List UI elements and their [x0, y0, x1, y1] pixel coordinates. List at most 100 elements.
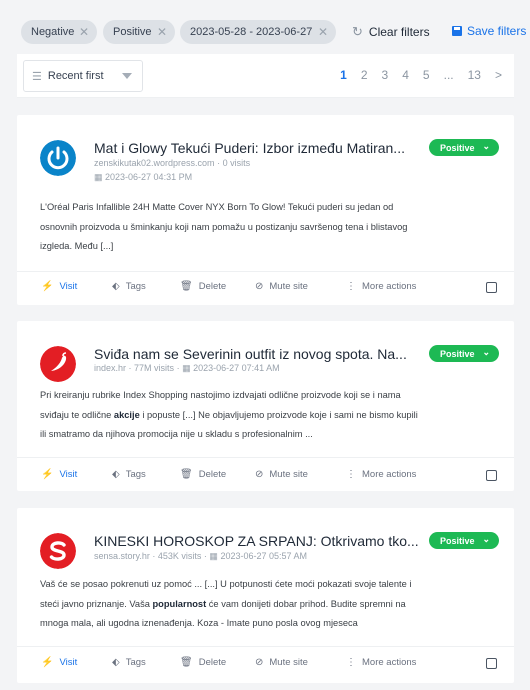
filter-chip-positive[interactable]: Positive ✕	[103, 20, 175, 44]
tags-button[interactable]: ⬖ Tags	[112, 657, 146, 668]
select-checkbox[interactable]	[486, 658, 497, 669]
mention-title[interactable]: KINESKI HOROSKOP ZA SRPANJ: Otkrivamo tk…	[94, 533, 419, 549]
snippet-line: L'Oréal Paris Infallible 24H Matte Cover…	[40, 202, 394, 212]
calendar-icon: ▦	[182, 363, 194, 373]
visit-button[interactable]: ⚡ Visit	[41, 469, 77, 480]
mention-source-line: sensa.story.hr · 453K visits · ▦ 2023-06…	[94, 551, 307, 562]
source-domain[interactable]: index.hr	[94, 363, 126, 373]
mute-label: Mute site	[269, 657, 308, 668]
divider	[17, 457, 514, 458]
chevron-down-icon: ⌄	[482, 347, 490, 357]
snippet-line: mnoga mala, ali ugodna iznenađenja. Koza…	[40, 618, 358, 628]
tags-label: Tags	[125, 657, 146, 668]
visits-count: 77M visits	[134, 363, 175, 373]
page-link[interactable]: 2	[361, 68, 368, 82]
mute-site-button[interactable]: ⊘ Mute site	[255, 281, 308, 292]
pepper-logo-icon	[40, 346, 76, 382]
close-icon[interactable]: ✕	[318, 25, 328, 39]
calendar-icon: ▦	[94, 172, 106, 182]
chevron-down-icon: ⌄	[482, 534, 490, 544]
sort-icon: ☰	[32, 70, 42, 83]
visit-button[interactable]: ⚡ Visit	[41, 657, 77, 668]
tag-icon: ⬖	[112, 469, 120, 480]
page-link[interactable]: 1	[340, 68, 347, 82]
snippet-text: sviđaju te odlične	[40, 409, 114, 420]
clear-filters-label: Clear filters	[368, 25, 430, 39]
snippet-text: i popuste [...] Ne objavljujemo proizvod…	[139, 409, 418, 420]
keyword-highlight: popularnost	[152, 598, 207, 609]
source-domain[interactable]: zenskikutak02.wordpress.com	[94, 158, 215, 168]
next-page-button[interactable]: >	[495, 68, 502, 82]
caret-down-icon	[122, 73, 132, 79]
mute-site-button[interactable]: ⊘ Mute site	[255, 469, 308, 480]
tags-button[interactable]: ⬖ Tags	[112, 469, 146, 480]
select-checkbox[interactable]	[486, 282, 497, 293]
letter-s-logo-icon	[40, 533, 76, 569]
page-link[interactable]: 13	[468, 68, 481, 82]
visit-label: Visit	[59, 281, 78, 292]
visit-label: Visit	[59, 657, 78, 668]
more-actions-label: More actions	[362, 657, 417, 668]
sentiment-badge[interactable]: Positive ⌄	[429, 345, 499, 362]
chevron-down-icon: ⌄	[482, 141, 490, 151]
snippet-line: Vaš će se posao pokrenuti uz pomoć ... […	[40, 579, 412, 589]
filter-chip-negative[interactable]: Negative ✕	[21, 20, 97, 44]
sentiment-badge[interactable]: Positive ⌄	[429, 532, 499, 549]
trash-icon: 🗑	[180, 469, 193, 480]
mention-card: KINESKI HOROSKOP ZA SRPANJ: Otkrivamo tk…	[17, 508, 514, 683]
tags-label: Tags	[125, 469, 146, 480]
mute-icon: ⊘	[255, 657, 264, 668]
delete-button[interactable]: 🗑 Delete	[180, 657, 226, 668]
sort-dropdown[interactable]: ☰ Recent first	[23, 60, 143, 92]
more-vertical-icon: ⋮	[346, 281, 356, 292]
close-icon[interactable]: ✕	[157, 25, 167, 39]
filter-chip-date-range[interactable]: 2023-05-28 - 2023-06-27 ✕	[180, 20, 336, 44]
select-checkbox[interactable]	[486, 470, 497, 481]
sentiment-label: Positive	[440, 348, 475, 359]
mention-source-line: index.hr · 77M visits · ▦ 2023-06-27 07:…	[94, 363, 280, 374]
power-logo-icon	[40, 140, 76, 176]
mention-actions: ⚡ Visit ⬖ Tags 🗑 Delete ⊘ Mute site ⋮ More ac…	[17, 652, 514, 676]
mention-title[interactable]: Sviđa nam se Severinin outfit iz novog s…	[94, 346, 407, 362]
mute-label: Mute site	[269, 281, 308, 292]
mention-actions: ⚡ Visit ⬖ Tags 🗑 Delete ⊘ Mute site ⋮ More ac…	[17, 464, 514, 488]
page-link[interactable]: 3	[382, 68, 389, 82]
sentiment-badge[interactable]: Positive ⌄	[429, 139, 499, 156]
more-actions-label: More actions	[362, 469, 417, 480]
tag-icon: ⬖	[112, 281, 120, 292]
mute-site-button[interactable]: ⊘ Mute site	[255, 657, 308, 668]
sentiment-label: Positive	[440, 142, 475, 153]
tags-button[interactable]: ⬖ Tags	[112, 281, 146, 292]
mention-source-line: zenskikutak02.wordpress.com · 0 visits	[94, 158, 250, 168]
delete-button[interactable]: 🗑 Delete	[180, 281, 226, 292]
mention-snippet: L'Oréal Paris Infallible 24H Matte Cover…	[40, 198, 500, 257]
more-vertical-icon: ⋮	[346, 657, 356, 668]
more-actions-label: More actions	[362, 281, 417, 292]
page-link[interactable]: 4	[402, 68, 409, 82]
visit-button[interactable]: ⚡ Visit	[41, 281, 77, 292]
close-icon[interactable]: ✕	[79, 25, 89, 39]
mention-date: 2023-06-27 04:31 PM	[105, 172, 193, 182]
save-filters-button[interactable]: Save filters	[452, 24, 526, 38]
clear-filters-button[interactable]: ↻ Clear filters	[352, 24, 430, 40]
lightning-icon: ⚡	[41, 281, 54, 292]
mention-title[interactable]: Mat i Glowy Tekući Puderi: Izbor između …	[94, 140, 405, 156]
delete-button[interactable]: 🗑 Delete	[180, 469, 226, 480]
visits-count: 453K visits	[157, 551, 202, 561]
results-toolbar: ☰ Recent first 1 2 3 4 5 ... 13 >	[17, 54, 514, 98]
mention-card: Sviđa nam se Severinin outfit iz novog s…	[17, 321, 514, 491]
pagination: 1 2 3 4 5 ... 13 >	[340, 68, 502, 82]
mute-icon: ⊘	[255, 469, 264, 480]
divider	[17, 646, 514, 647]
snippet-text: steći javno priznanje. Vaša	[40, 598, 153, 609]
visits-count: 0 visits	[222, 158, 251, 168]
page-link[interactable]: 5	[423, 68, 430, 82]
delete-label: Delete	[198, 281, 227, 292]
mention-date: 2023-06-27 05:57 AM	[220, 551, 308, 561]
mention-actions: ⚡ Visit ⬖ Tags 🗑 Delete ⊘ Mute site ⋮ More ac…	[17, 276, 514, 300]
source-domain[interactable]: sensa.story.hr	[94, 551, 150, 561]
lightning-icon: ⚡	[41, 657, 54, 668]
more-actions-button[interactable]: ⋮ More actions	[346, 469, 416, 480]
more-actions-button[interactable]: ⋮ More actions	[346, 657, 416, 668]
more-actions-button[interactable]: ⋮ More actions	[346, 281, 416, 292]
